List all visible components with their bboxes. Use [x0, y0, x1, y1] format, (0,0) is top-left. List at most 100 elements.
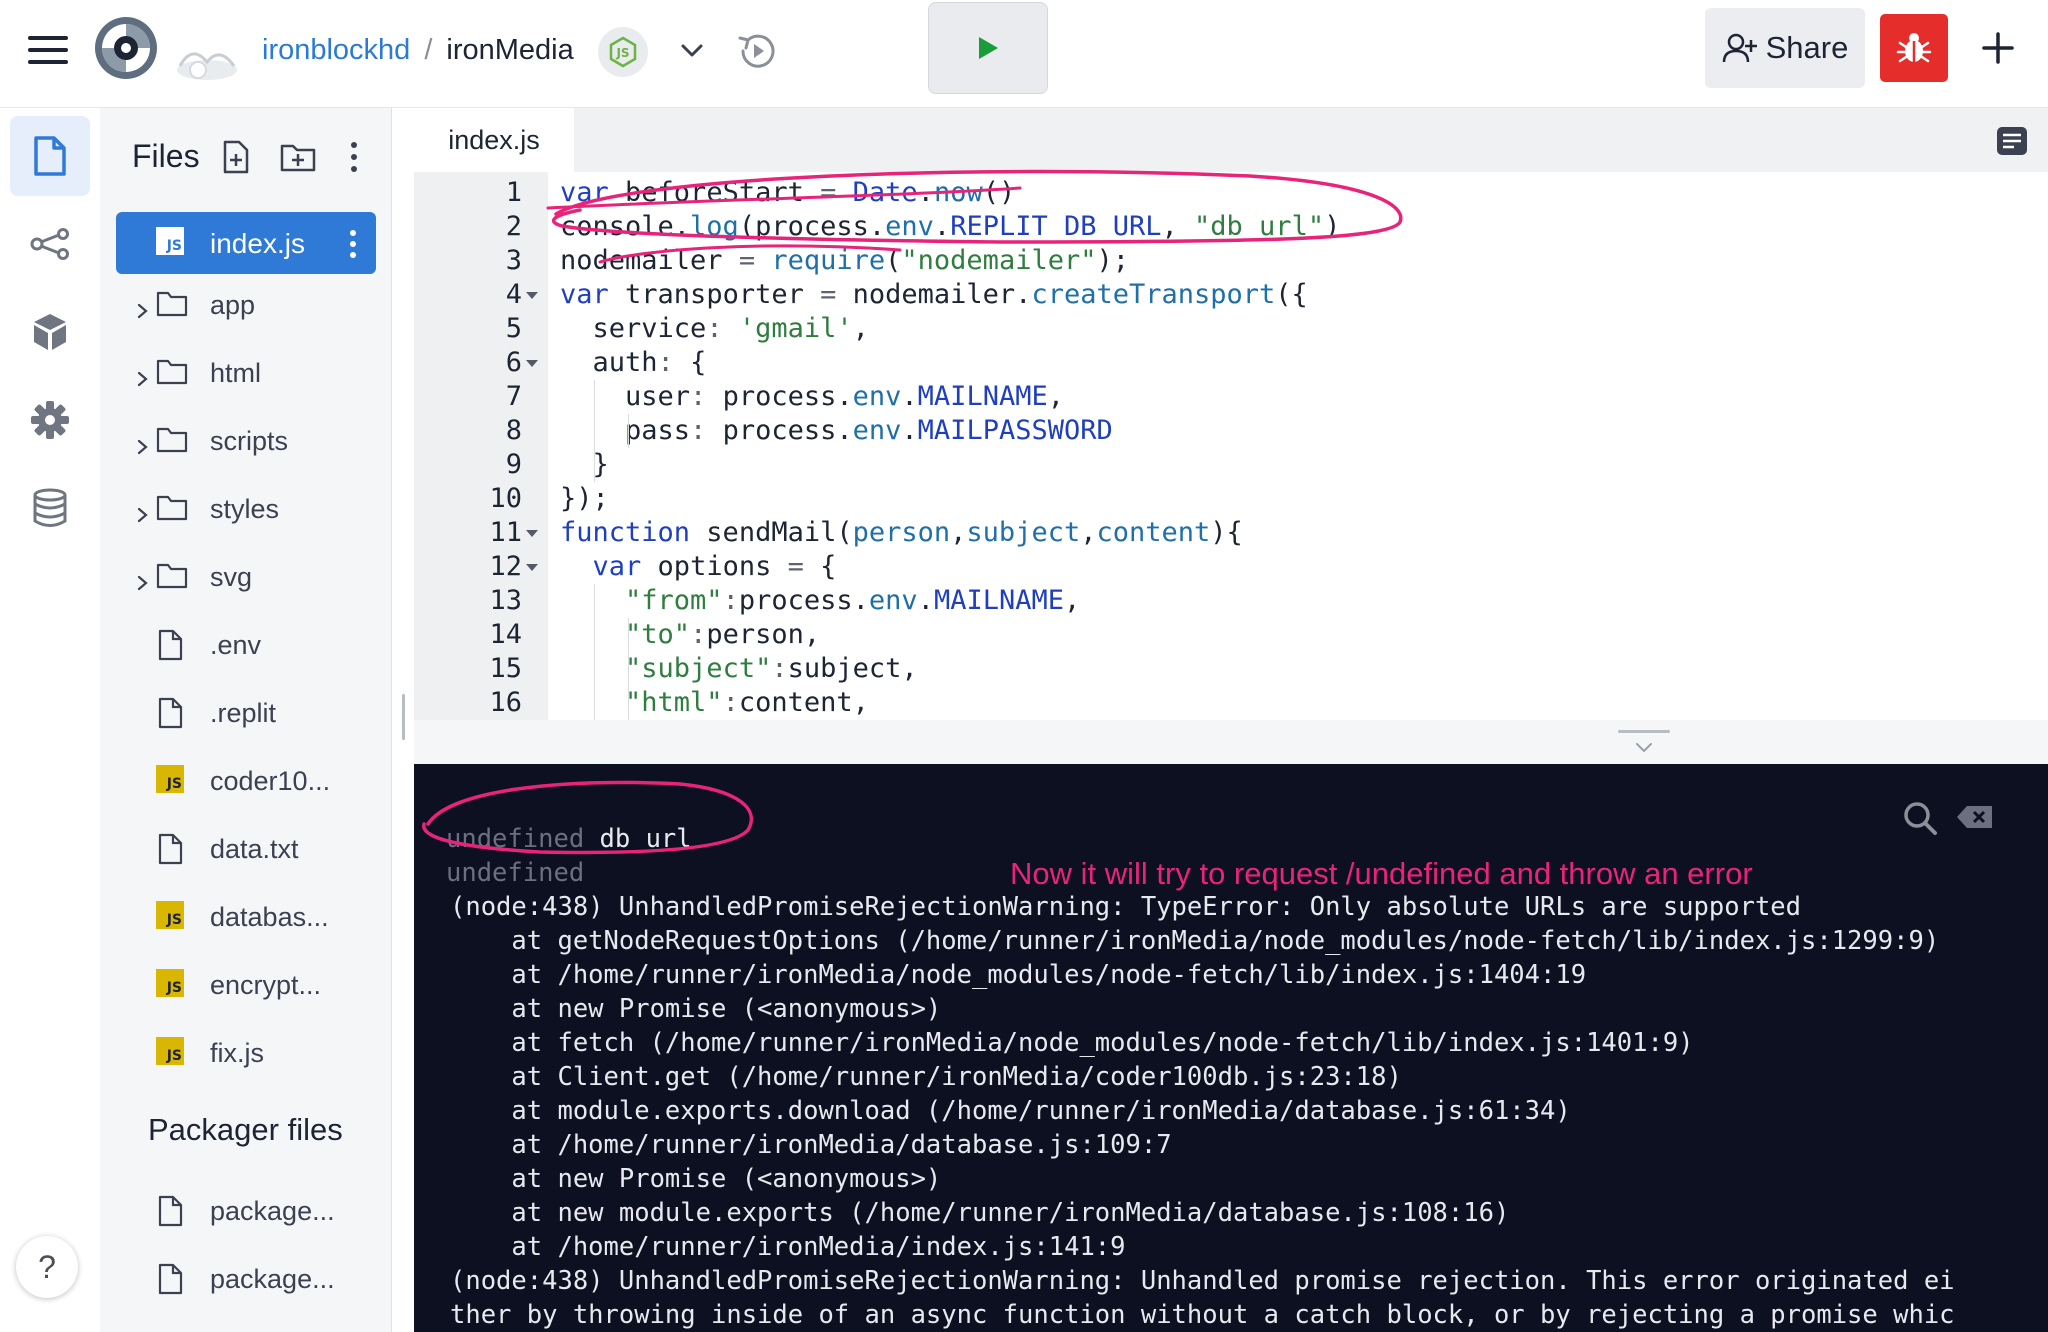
fold-toggle-icon[interactable] — [526, 564, 538, 571]
code-line[interactable]: var options = { — [560, 550, 837, 584]
chevron-down-icon[interactable] — [1632, 740, 1656, 756]
help-button[interactable]: ? — [16, 1236, 78, 1298]
file-options-icon[interactable] — [350, 230, 356, 258]
folder-item-html[interactable]: html — [116, 342, 376, 404]
file-item-fix-js[interactable]: JS fix.js — [116, 1022, 376, 1084]
run-button[interactable] — [928, 2, 1048, 94]
file-item-data-txt[interactable]: data.txt — [116, 818, 376, 880]
code-token: options — [641, 551, 788, 582]
file-item-databas[interactable]: JS databas... — [116, 886, 376, 948]
history-icon[interactable] — [734, 28, 780, 74]
file-item-index-js[interactable]: JS index.js — [116, 212, 376, 274]
tab-index-js[interactable]: index.js — [414, 108, 574, 172]
code-token: env — [852, 415, 902, 446]
code-token: beforeStart — [608, 177, 821, 208]
file-item-coder10[interactable]: JS coder10... — [116, 750, 376, 812]
code-token: REPLIT_DB_URL — [950, 211, 1162, 242]
database-tab[interactable] — [10, 468, 90, 548]
chevron-right-icon[interactable] — [136, 500, 150, 523]
code-token: = — [820, 177, 837, 208]
code-token: }); — [560, 483, 609, 514]
new-folder-icon[interactable] — [280, 140, 316, 174]
packages-tab[interactable] — [10, 292, 90, 372]
console-text: undefined — [446, 858, 585, 888]
file-item-env[interactable]: .env — [116, 614, 376, 676]
folder-item-svg[interactable]: svg — [116, 546, 376, 608]
version-control-tab[interactable] — [10, 204, 90, 284]
share-button[interactable]: Share — [1705, 8, 1865, 88]
code-line[interactable]: } — [560, 448, 609, 482]
fold-toggle-icon[interactable] — [526, 530, 538, 537]
code-line[interactable]: }); — [560, 482, 609, 516]
code-line[interactable]: service: 'gmail', — [560, 312, 869, 346]
replit-logo[interactable] — [92, 14, 160, 82]
fold-toggle-icon[interactable] — [526, 292, 538, 299]
code-line[interactable]: user: process.env.MAILNAME, — [560, 380, 1064, 414]
code-token: content, — [738, 687, 869, 718]
add-user-icon — [1722, 33, 1757, 63]
debugger-button[interactable] — [1880, 14, 1948, 82]
code-area[interactable]: var beforeStart = Date.now() console.log(… — [548, 172, 2048, 720]
folder-item-styles[interactable]: styles — [116, 478, 376, 540]
chevron-right-icon[interactable] — [136, 432, 150, 455]
console-line: at Client.get (/home/runner/ironMedia/co… — [450, 1060, 1402, 1094]
editor-options-icon[interactable] — [1996, 126, 2028, 156]
code-line[interactable]: "from":process.env.MAILNAME, — [560, 584, 1080, 618]
splitter-handle[interactable] — [1618, 730, 1670, 733]
chevron-right-icon[interactable] — [136, 364, 150, 387]
breadcrumb-project[interactable]: ironMedia — [446, 34, 573, 67]
console-panel[interactable]: undefined db url undefined (node:438) Unha… — [414, 764, 2048, 1332]
indent-guide — [628, 414, 629, 448]
nodejs-icon[interactable]: JS — [598, 27, 648, 77]
console-text: at Client.get (/home/runner/ironMedia/co… — [450, 1062, 1402, 1092]
code-line[interactable]: "to":person, — [560, 618, 820, 652]
file-item-replit[interactable]: .replit — [116, 682, 376, 744]
code-line[interactable]: auth: { — [560, 346, 707, 380]
js-file-icon: JS — [156, 227, 188, 259]
menu-icon[interactable] — [28, 34, 68, 66]
file-panel: Files JS index.js app html scripts styles sv… — [100, 108, 392, 1332]
settings-tab[interactable] — [10, 380, 90, 460]
file-item-package[interactable]: package... — [116, 1180, 376, 1242]
file-item-encrypt[interactable]: JS encrypt... — [116, 954, 376, 1016]
code-line[interactable]: function sendMail(person,subject,content… — [560, 516, 1243, 550]
panel-resize-handle[interactable] — [402, 694, 405, 740]
code-line[interactable]: var transporter = nodemailer.createTrans… — [560, 278, 1308, 312]
more-options-icon[interactable] — [348, 140, 360, 174]
folder-icon — [156, 493, 188, 525]
project-avatar[interactable] — [174, 26, 240, 86]
chevron-down-icon[interactable] — [676, 34, 708, 66]
code-line[interactable]: var beforeStart = Date.now() — [560, 176, 1015, 210]
files-tab[interactable] — [10, 116, 90, 196]
code-token: , — [1080, 517, 1097, 548]
code-line[interactable]: console.log(process.env.REPLIT_DB_URL, "… — [560, 210, 1340, 244]
code-line[interactable]: nodemailer = require("nodemailer"); — [560, 244, 1129, 278]
js-file-icon: JS — [156, 969, 188, 1001]
search-icon[interactable] — [1902, 800, 1938, 836]
code-token: var — [560, 177, 609, 208]
pane-splitter[interactable] — [414, 720, 2048, 764]
breadcrumb-user[interactable]: ironblockhd — [262, 34, 410, 67]
js-file-icon: JS — [156, 1037, 188, 1069]
chevron-right-icon[interactable] — [136, 568, 150, 591]
folder-item-app[interactable]: app — [116, 274, 376, 336]
code-token: MAILPASSWORD — [917, 415, 1113, 446]
breadcrumb-separator: / — [424, 33, 433, 66]
clear-console-icon[interactable] — [1956, 804, 1994, 830]
code-token: "to" — [625, 619, 691, 650]
chevron-right-icon[interactable] — [136, 296, 150, 319]
plus-icon[interactable] — [1978, 28, 2018, 68]
files-title: Files — [132, 138, 200, 174]
file-name: index.js — [210, 228, 305, 259]
code-line[interactable]: pass: process.env.MAILPASSWORD — [560, 414, 1113, 448]
annotation-text: Now it will try to request /undefined an… — [1010, 856, 1753, 891]
indent-guide — [628, 618, 629, 720]
new-file-icon[interactable] — [220, 140, 252, 174]
code-token: person — [852, 517, 951, 548]
folder-item-scripts[interactable]: scripts — [116, 410, 376, 472]
code-token: process. — [706, 381, 853, 412]
code-line[interactable]: "html":content, — [560, 686, 869, 720]
code-line[interactable]: "subject":subject, — [560, 652, 918, 686]
fold-toggle-icon[interactable] — [526, 360, 538, 367]
file-item-package[interactable]: package... — [116, 1248, 376, 1310]
